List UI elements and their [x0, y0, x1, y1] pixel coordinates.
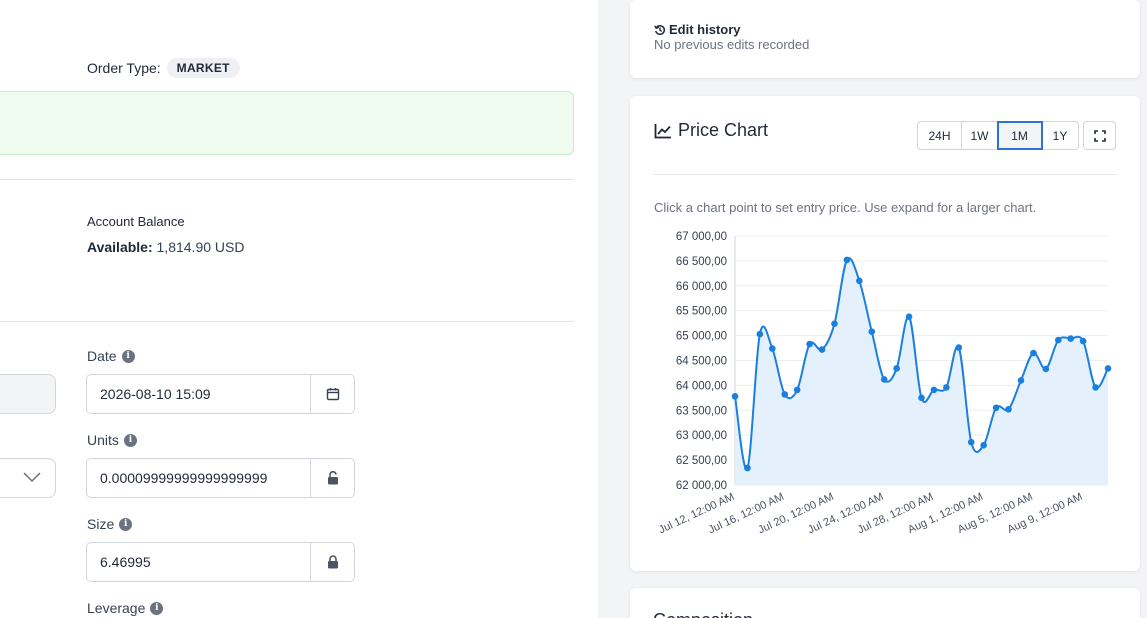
chart-point[interactable] — [793, 386, 801, 394]
date-label-text: Date — [87, 348, 117, 364]
chart-point[interactable] — [781, 391, 789, 398]
calendar-icon — [326, 388, 339, 401]
order-type-label: Order Type: — [87, 60, 161, 76]
edit-history-subtitle: No previous edits recorded — [654, 37, 810, 52]
y-tick-label: 64 000,00 — [676, 380, 727, 392]
chevron-down-icon — [23, 472, 41, 483]
composition-card: Composition — [630, 588, 1140, 618]
lock-open-icon — [327, 471, 338, 485]
chart-point[interactable] — [955, 344, 963, 351]
order-form-panel: Order Type: MARKET Account Balance Avail… — [0, 0, 598, 618]
chart-point[interactable] — [1092, 384, 1099, 391]
divider — [0, 179, 574, 180]
size-label-text: Size — [87, 516, 115, 532]
account-available: Available: 1,814.90 USD — [87, 239, 244, 255]
chart-point[interactable] — [769, 345, 776, 352]
info-icon[interactable]: i — [123, 433, 137, 447]
date-input[interactable]: 2026-08-10 15:09 — [87, 375, 310, 413]
date-input-group: 2026-08-10 15:09 — [86, 374, 355, 414]
date-label: Date i — [87, 348, 135, 364]
available-value: 1,814.90 USD — [156, 239, 245, 255]
info-icon[interactable]: i — [119, 517, 133, 531]
leverage-label-text: Leverage — [87, 600, 146, 616]
chart-point[interactable] — [731, 393, 739, 400]
chart-point[interactable] — [905, 313, 913, 320]
chart-point[interactable] — [744, 464, 751, 472]
edit-history-title-text: Edit history — [669, 22, 741, 37]
info-icon[interactable]: i — [150, 601, 164, 615]
chart-point[interactable] — [1067, 335, 1074, 342]
chart-point[interactable] — [930, 386, 938, 394]
chart-point[interactable] — [843, 256, 851, 264]
units-input-group: 0.00009999999999999999 — [86, 458, 355, 498]
units-label: Units i — [87, 432, 137, 448]
chart-point[interactable] — [756, 330, 764, 338]
history-icon — [654, 24, 666, 35]
chart-point[interactable] — [967, 438, 975, 446]
chart-point[interactable] — [893, 365, 900, 372]
lock-icon — [327, 555, 338, 569]
y-tick-label: 66 000,00 — [676, 281, 727, 293]
chart-point[interactable] — [1054, 336, 1062, 344]
y-tick-label: 62 500,00 — [676, 455, 727, 467]
chart-point[interactable] — [943, 384, 950, 391]
chart-point[interactable] — [806, 340, 813, 348]
chart-point[interactable] — [1079, 337, 1087, 345]
size-lock-toggle[interactable] — [310, 543, 354, 581]
y-tick-label: 62 000,00 — [676, 480, 727, 492]
chart-point[interactable] — [1017, 377, 1025, 384]
y-tick-label: 66 500,00 — [676, 256, 727, 268]
chart-point[interactable] — [980, 441, 987, 449]
side-select-field[interactable] — [0, 458, 56, 498]
y-tick-label: 64 500,00 — [676, 356, 727, 368]
price-area — [735, 258, 1108, 485]
available-label: Available: — [87, 239, 153, 255]
composition-title: Composition — [653, 610, 753, 618]
chart-point[interactable] — [856, 277, 863, 285]
order-type-badge: MARKET — [166, 58, 240, 78]
size-input[interactable]: 6.46995 — [87, 543, 310, 581]
size-input-group: 6.46995 — [86, 542, 355, 582]
units-label-text: Units — [87, 432, 119, 448]
success-alert — [0, 91, 574, 155]
chart-point[interactable] — [868, 328, 876, 335]
y-tick-label: 65 000,00 — [676, 331, 727, 343]
size-label: Size i — [87, 516, 133, 532]
y-tick-label: 63 000,00 — [676, 430, 727, 442]
order-type: Order Type: MARKET — [87, 58, 240, 78]
side-input-field[interactable] — [0, 374, 56, 414]
chart-point[interactable] — [918, 394, 925, 402]
units-lock-toggle[interactable] — [310, 459, 354, 497]
price-chart-card: Price Chart 24H 1W 1M 1Y Click a chart p… — [630, 96, 1140, 571]
units-input[interactable]: 0.00009999999999999999 — [87, 459, 310, 497]
y-tick-label: 63 500,00 — [676, 405, 727, 417]
price-chart: 67 000,00 66 500,00 66 000,00 65 500,00 65 0… — [657, 231, 1112, 536]
chart-point[interactable] — [992, 404, 1000, 412]
account-balance-title: Account Balance — [87, 214, 185, 229]
edit-history-title: Edit history — [654, 22, 741, 37]
chart-point[interactable] — [818, 346, 826, 353]
chart-point[interactable] — [880, 376, 888, 383]
chart-point[interactable] — [1005, 406, 1012, 413]
info-icon[interactable]: i — [121, 349, 135, 363]
leverage-label: Leverage i — [87, 600, 164, 616]
calendar-button[interactable] — [310, 375, 354, 413]
y-tick-label: 65 500,00 — [676, 306, 727, 318]
divider — [0, 321, 574, 322]
y-tick-label: 67 000,00 — [676, 231, 727, 243]
chart-point[interactable] — [1042, 365, 1050, 373]
chart-point[interactable] — [1030, 349, 1037, 357]
edit-history-card: Edit history No previous edits recorded — [630, 0, 1140, 78]
chart-point[interactable] — [1104, 365, 1112, 372]
chart-point[interactable] — [831, 320, 838, 327]
